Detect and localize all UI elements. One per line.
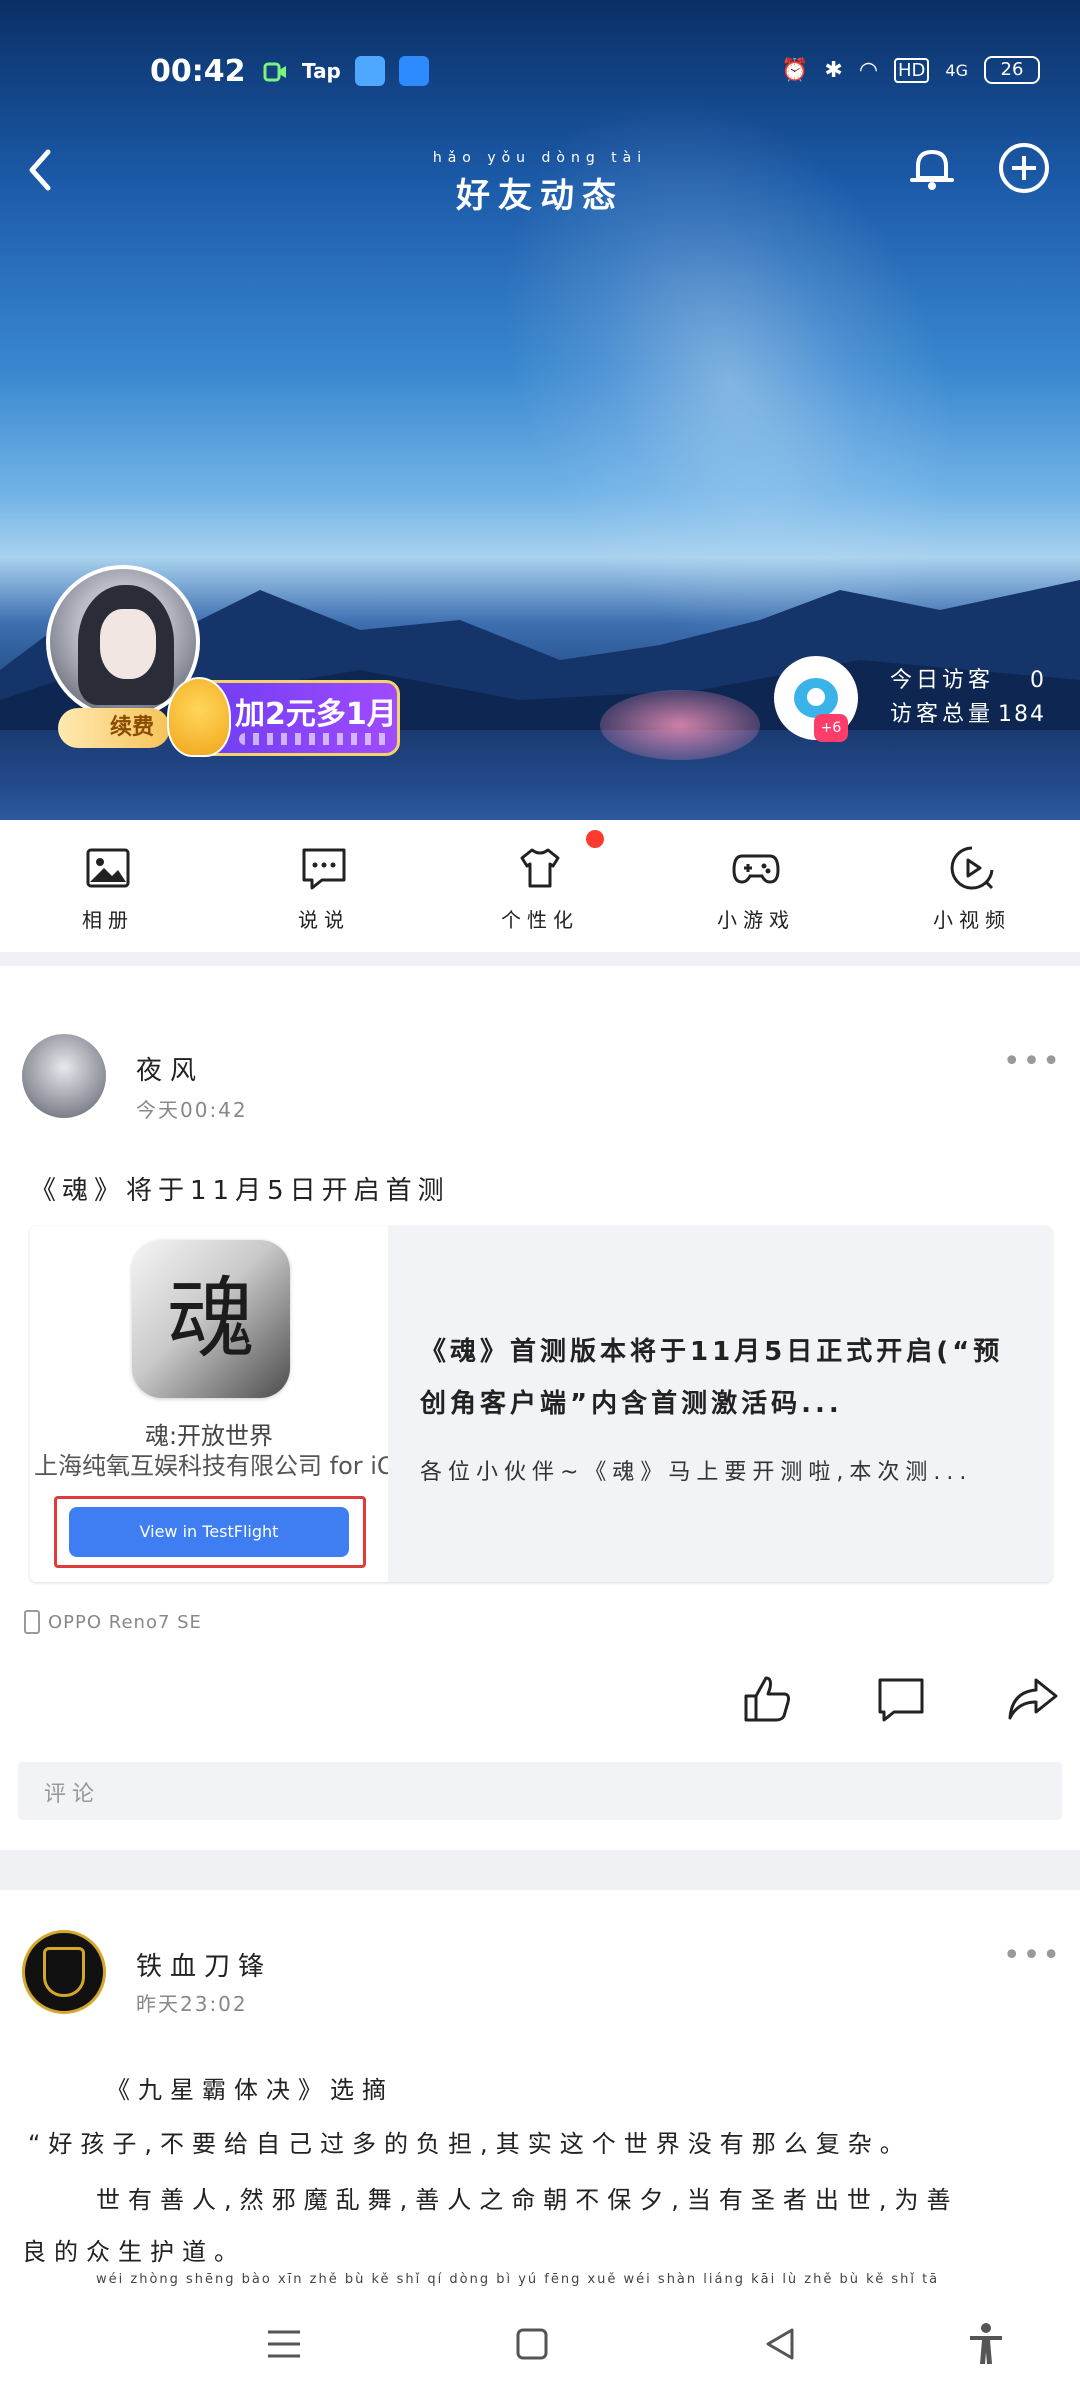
system-nav-bar bbox=[0, 2290, 1080, 2400]
video-play-icon bbox=[950, 846, 994, 890]
tshirt-icon bbox=[520, 848, 560, 888]
new-visitors-badge: +6 bbox=[814, 714, 848, 742]
section-divider bbox=[0, 1850, 1080, 1890]
post-text: 《魂》将于11月5日开启首测 bbox=[30, 1176, 450, 1206]
status-system-icons: ⏰ ✱ ◠ HD 4G 26 bbox=[781, 56, 1040, 84]
more-options-icon[interactable]: ••• bbox=[1003, 1044, 1062, 1079]
more-options-icon[interactable]: ••• bbox=[1003, 1938, 1062, 1973]
accessibility-icon[interactable] bbox=[962, 2320, 1010, 2368]
post-line: 《九星霸体决》选摘 bbox=[106, 2076, 394, 2104]
section-divider bbox=[0, 952, 1080, 966]
quick-label: 个性化 bbox=[501, 908, 579, 932]
vip-renew-badge[interactable]: 续费 bbox=[58, 708, 171, 748]
like-icon[interactable] bbox=[740, 1672, 794, 1726]
promo-stripes bbox=[239, 733, 389, 745]
status-time: 00:42 bbox=[150, 54, 246, 89]
app-notification-icon bbox=[354, 56, 385, 86]
device-name: OPPO Reno7 SE bbox=[48, 1611, 202, 1633]
avatar-face bbox=[100, 609, 156, 679]
alarm-icon: ⏰ bbox=[780, 57, 809, 83]
link-thumbnail: 魂 魂:开放世界 上海纯氧互娱科技有限公司 for iOS View in Te… bbox=[30, 1226, 388, 1582]
post-time: 今天00:42 bbox=[136, 1098, 248, 1122]
quick-label: 相册 bbox=[82, 908, 134, 932]
back-icon[interactable] bbox=[756, 2320, 804, 2368]
quick-actions-bar: 相册 说说 个性化 小游戏 小视频 bbox=[0, 820, 1080, 950]
bell-icon[interactable] bbox=[904, 140, 960, 196]
visitor-stats[interactable]: 今日访客 0 访客总量 184 bbox=[890, 664, 1046, 732]
quick-album[interactable]: 相册 bbox=[0, 820, 216, 950]
top-nav: hǎo yǒu dòng tài 好友动态 bbox=[0, 140, 1080, 216]
battery-icon: 26 bbox=[984, 56, 1040, 84]
visitor-eye-button[interactable]: +6 bbox=[774, 656, 858, 742]
highlight-box: View in TestFlight bbox=[54, 1496, 366, 1568]
home-icon[interactable] bbox=[508, 2320, 556, 2368]
shared-link-card[interactable]: 魂 魂:开放世界 上海纯氧互娱科技有限公司 for iOS View in Te… bbox=[30, 1226, 1052, 1582]
app-company: 上海纯氧互娱科技有限公司 for iOS bbox=[34, 1452, 388, 1480]
post-line: 世有善人,然邪魔乱舞,善人之命朝不保夕,当有圣者出世,为善 bbox=[96, 2186, 959, 2214]
quick-moments[interactable]: 说说 bbox=[216, 820, 432, 950]
app-icon: 魂 bbox=[132, 1240, 290, 1398]
page-title-text: 好友动态 bbox=[456, 176, 624, 216]
hd-icon: HD bbox=[894, 57, 930, 83]
device-tag: OPPO Reno7 SE bbox=[24, 1610, 202, 1634]
shield-emblem-icon bbox=[43, 1947, 85, 1997]
horizon-glow bbox=[600, 690, 760, 760]
comment-input[interactable]: 评论 bbox=[18, 1762, 1062, 1820]
wifi-icon: ◠ bbox=[858, 57, 879, 83]
eye-pupil bbox=[807, 688, 825, 706]
renew-label: 续费 bbox=[110, 715, 155, 740]
post-line: 良的众生护道。 bbox=[22, 2238, 246, 2266]
comment-placeholder: 评论 bbox=[44, 1782, 101, 1807]
post-author-avatar[interactable] bbox=[22, 1930, 106, 2014]
link-description: 各位小伙伴~《魂》马上要开测啦,本次测... bbox=[420, 1460, 973, 1485]
quick-shortvideo[interactable]: 小视频 bbox=[864, 820, 1080, 950]
post-time: 昨天23:02 bbox=[136, 1992, 248, 2016]
notification-dot bbox=[586, 830, 604, 848]
today-visitors-label: 今日访客 bbox=[890, 668, 995, 693]
vip-promo-banner[interactable]: 加2元多1月 bbox=[167, 677, 400, 757]
bluetooth-icon: ✱ bbox=[824, 57, 843, 83]
post-author-name[interactable]: 铁血刀锋 bbox=[136, 1946, 272, 1983]
quick-personalize[interactable]: 个性化 bbox=[432, 820, 648, 950]
comment-icon[interactable] bbox=[874, 1672, 928, 1726]
video-call-icon bbox=[263, 62, 286, 82]
chat-bubble-icon bbox=[302, 848, 346, 890]
testflight-button: View in TestFlight bbox=[69, 1507, 349, 1557]
signal-icon: 4G bbox=[945, 60, 968, 80]
photo-album-icon bbox=[86, 848, 130, 888]
post-author-avatar[interactable] bbox=[22, 1034, 106, 1118]
today-visitors-value: 0 bbox=[1030, 668, 1046, 693]
share-icon[interactable] bbox=[1006, 1672, 1060, 1726]
post-line: “好孩子,不要给自己过多的负担,其实这个世界没有那么复杂。 bbox=[28, 2130, 912, 2158]
post-line-pinyin: wéi zhòng shēng bào xīn zhě bù kě shǐ qí… bbox=[96, 2272, 940, 2287]
quick-label: 小视频 bbox=[933, 908, 1011, 932]
app-notification-icon bbox=[398, 56, 429, 86]
phone-icon bbox=[24, 1610, 40, 1634]
promo-label: 加2元多1月 bbox=[235, 697, 397, 732]
add-icon[interactable] bbox=[996, 140, 1052, 196]
total-visits-label: 访客总量 bbox=[890, 702, 995, 727]
status-bar: 00:42 Tap ⏰ ✱ ◠ HD 4G 26 bbox=[0, 40, 1080, 104]
quick-label: 小游戏 bbox=[717, 908, 795, 932]
total-visits-value: 184 bbox=[998, 702, 1046, 727]
status-notifications: Tap bbox=[262, 56, 429, 86]
mascot-icon bbox=[167, 677, 231, 757]
gamepad-icon bbox=[732, 854, 780, 884]
link-title: 《魂》首测版本将于11月5日正式开启(“预创角客户端”内含首测激活码... bbox=[420, 1337, 1004, 1419]
tap-app-icon: Tap bbox=[302, 59, 341, 83]
post-author-name[interactable]: 夜风 bbox=[136, 1050, 204, 1087]
quick-minigames[interactable]: 小游戏 bbox=[648, 820, 864, 950]
quick-label: 说说 bbox=[298, 908, 350, 932]
menu-icon[interactable] bbox=[260, 2320, 308, 2368]
